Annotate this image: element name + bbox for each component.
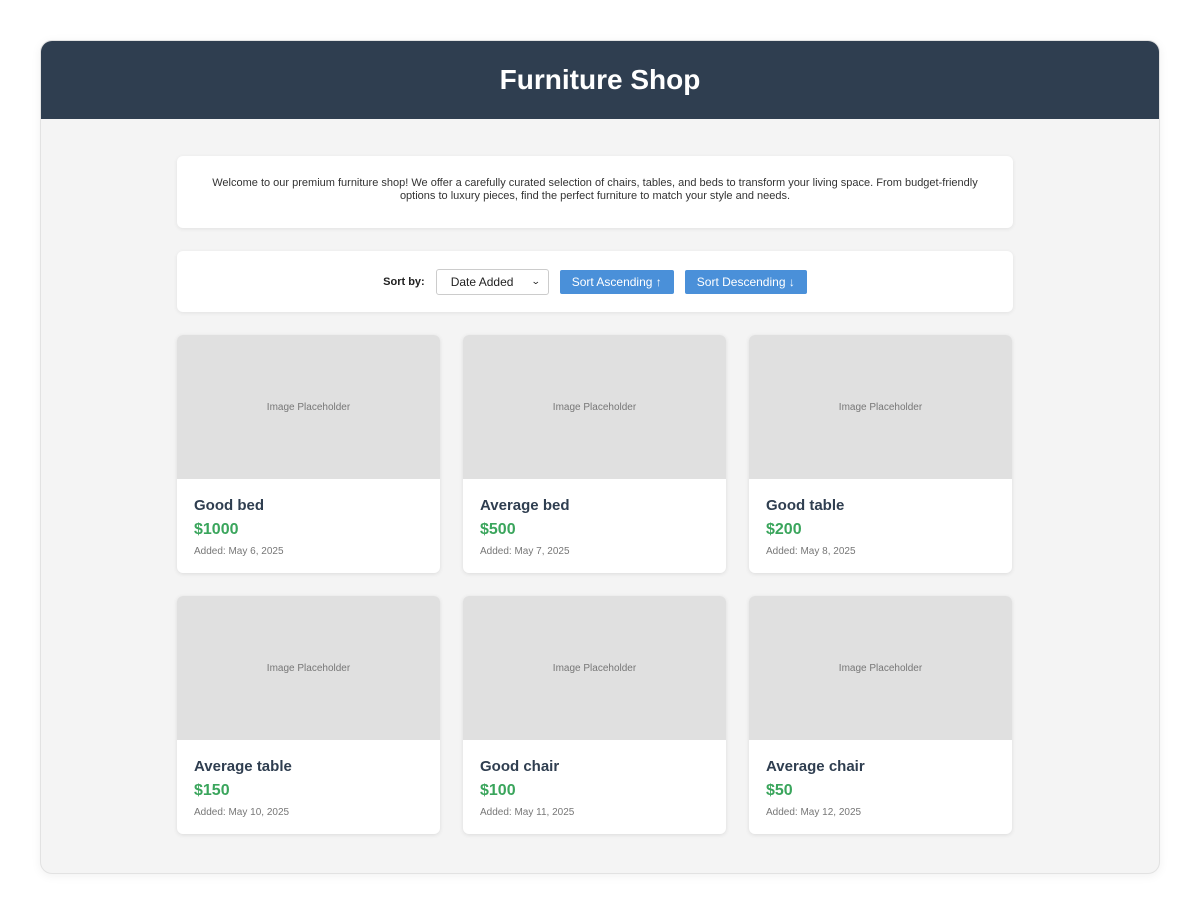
page-title: Furniture Shop <box>499 64 701 95</box>
product-date: Added: May 11, 2025 <box>480 807 575 818</box>
product-info: Average chair $50 Added: May 12, 2025 <box>749 740 1012 818</box>
product-info: Average table $150 Added: May 10, 2025 <box>177 740 440 818</box>
product-price: $100 <box>480 782 516 799</box>
product-image-placeholder: Image Placeholder <box>463 596 726 740</box>
intro-text: Welcome to our premium furniture shop! W… <box>212 177 978 202</box>
product-price: $500 <box>480 521 516 538</box>
product-image-placeholder: Image Placeholder <box>749 596 1012 740</box>
product-price: $50 <box>766 782 793 799</box>
chevron-down-icon: ⌄ <box>531 276 541 286</box>
product-info: Good table $200 Added: May 8, 2025 <box>749 479 1012 557</box>
sort-ascending-button[interactable]: Sort Ascending ↑ <box>559 269 674 294</box>
sort-select-value: Date Added <box>450 274 514 289</box>
product-card[interactable]: Image Placeholder Average chair $50 Adde… <box>749 596 1012 834</box>
product-price: $150 <box>194 782 230 799</box>
product-card[interactable]: Image Placeholder Average bed $500 Added… <box>463 335 726 573</box>
sort-descending-button[interactable]: Sort Descending ↓ <box>684 269 807 294</box>
product-image-placeholder: Image Placeholder <box>177 596 440 740</box>
product-name: Average bed <box>480 497 570 514</box>
main-content: Welcome to our premium furniture shop! W… <box>177 156 1013 834</box>
product-info: Good bed $1000 Added: May 6, 2025 <box>177 479 440 557</box>
product-date: Added: May 7, 2025 <box>480 546 570 557</box>
product-date: Added: May 10, 2025 <box>194 807 290 818</box>
sort-select[interactable]: Date Added ⌄ <box>435 268 549 295</box>
product-card[interactable]: Image Placeholder Average table $150 Add… <box>177 596 440 834</box>
product-date: Added: May 8, 2025 <box>766 546 856 557</box>
product-price: $200 <box>766 521 802 538</box>
product-grid: Image Placeholder Good bed $1000 Added: … <box>177 335 1013 834</box>
product-info: Good chair $100 Added: May 11, 2025 <box>463 740 726 818</box>
product-image-placeholder: Image Placeholder <box>177 335 440 479</box>
intro-panel: Welcome to our premium furniture shop! W… <box>177 156 1013 228</box>
product-date: Added: May 6, 2025 <box>194 546 284 557</box>
product-name: Good bed <box>194 497 264 514</box>
app-window: Furniture Shop Welcome to our premium fu… <box>40 40 1160 874</box>
sort-bar: Sort by: Date Added ⌄ Sort Ascending ↑ S… <box>177 251 1013 312</box>
product-name: Good table <box>766 497 845 514</box>
product-image-placeholder: Image Placeholder <box>749 335 1012 479</box>
product-date: Added: May 12, 2025 <box>766 807 862 818</box>
product-card[interactable]: Image Placeholder Good chair $100 Added:… <box>463 596 726 834</box>
product-image-placeholder: Image Placeholder <box>463 335 726 479</box>
product-price: $1000 <box>194 521 239 538</box>
product-card[interactable]: Image Placeholder Good table $200 Added:… <box>749 335 1012 573</box>
product-name: Average chair <box>766 758 865 775</box>
sort-label: Sort by: <box>383 275 425 288</box>
product-name: Good chair <box>480 758 560 775</box>
product-name: Average table <box>194 758 292 775</box>
site-header: Furniture Shop <box>41 41 1159 119</box>
product-info: Average bed $500 Added: May 7, 2025 <box>463 479 726 557</box>
product-card[interactable]: Image Placeholder Good bed $1000 Added: … <box>177 335 440 573</box>
